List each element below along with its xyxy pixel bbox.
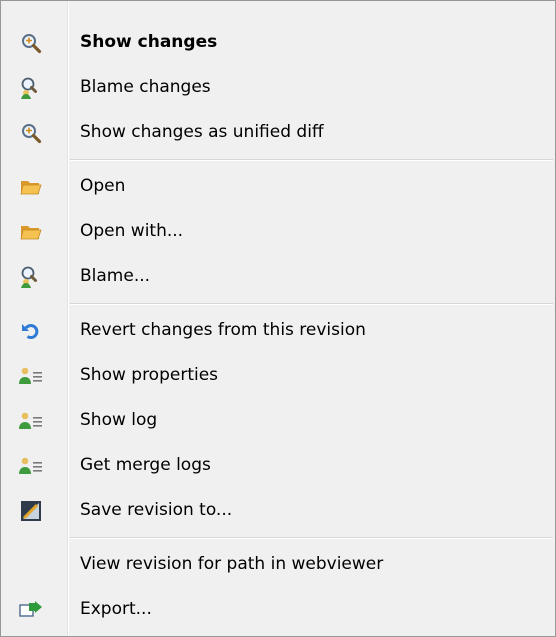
menu-item-view-in-webviewer[interactable]: View revision for path in webviewer (1, 542, 555, 587)
properties-icon (1, 353, 61, 398)
menu-item-get-merge-logs[interactable]: Get merge logs (1, 443, 555, 488)
menu-separator (1, 533, 555, 542)
menu-item-save-revision[interactable]: Save revision to... (1, 488, 555, 533)
menu-item-label: Show changes as unified diff (80, 122, 324, 142)
menu-item-open[interactable]: Open (1, 164, 555, 209)
menu-item-show-log[interactable]: Show log (1, 398, 555, 443)
menu-item-blame-changes[interactable]: Blame changes (1, 65, 555, 110)
folder-open-icon (1, 164, 61, 209)
menu-item-label: Save revision to... (80, 500, 233, 520)
menu-item-label: Blame changes (80, 77, 211, 97)
menu-item-show-changes-unified-diff[interactable]: Show changes as unified diff (1, 110, 555, 155)
properties-icon (1, 398, 61, 443)
menu-item-blame[interactable]: Blame... (1, 254, 555, 299)
revert-icon (1, 308, 61, 353)
folder-open-icon (1, 209, 61, 254)
empty-icon-slot (1, 542, 61, 587)
menu-item-label: Revert changes from this revision (80, 320, 366, 340)
menu-item-label: Show properties (80, 365, 219, 385)
menu-item-show-changes[interactable]: Show changes (1, 20, 555, 65)
menu-item-label: Get merge logs (80, 455, 211, 475)
menu-item-open-with[interactable]: Open with... (1, 209, 555, 254)
menu-item-label: Blame... (80, 266, 151, 286)
menu-separator (1, 299, 555, 308)
menu-separator (1, 155, 555, 164)
properties-icon (1, 443, 61, 488)
blame-icon (1, 65, 61, 110)
menu-item-revert-changes[interactable]: Revert changes from this revision (1, 308, 555, 353)
menu-item-label: Show changes (80, 32, 218, 52)
menu-items: Show changes Blame changes Show changes … (1, 20, 555, 632)
menu-item-label: Show log (80, 410, 158, 430)
menu-item-label: View revision for path in webviewer (80, 554, 384, 574)
menu-item-label: Export... (80, 599, 152, 619)
menu-item-label: Open with... (80, 221, 184, 241)
menu-item-export[interactable]: Export... (1, 587, 555, 632)
export-icon (1, 587, 61, 632)
context-menu: Show changes Blame changes Show changes … (0, 0, 556, 637)
blame-icon (1, 254, 61, 299)
magnifier-icon (1, 20, 61, 65)
menu-item-show-properties[interactable]: Show properties (1, 353, 555, 398)
magnifier-icon (1, 110, 61, 155)
menu-item-label: Open (80, 176, 126, 196)
save-revision-icon (1, 488, 61, 533)
